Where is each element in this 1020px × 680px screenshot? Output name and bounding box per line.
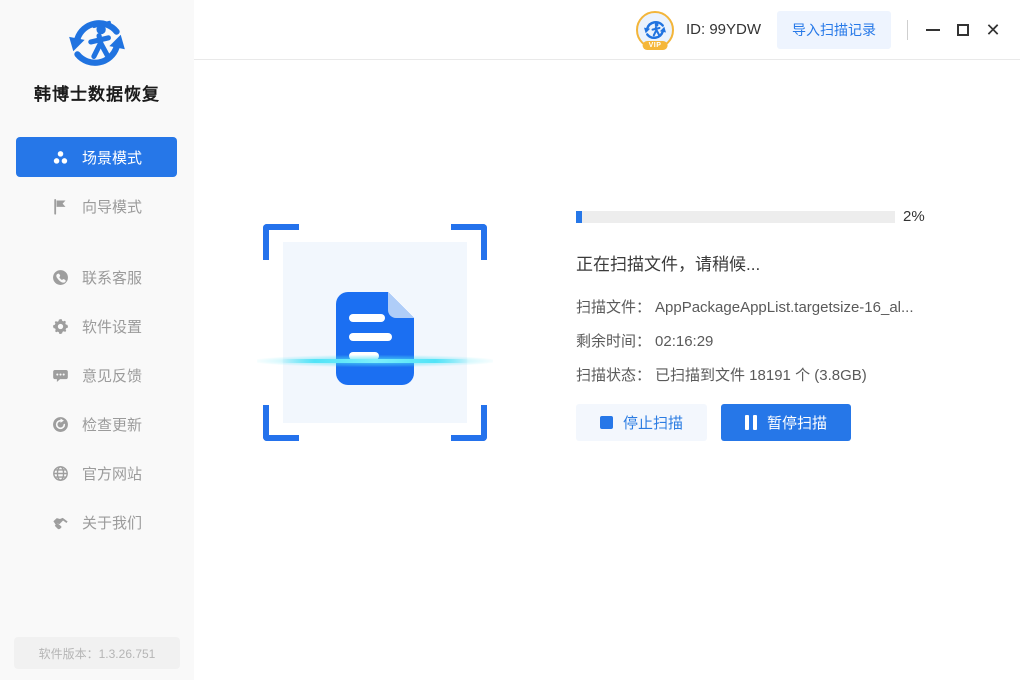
sidebar-item-feedback[interactable]: 意见反馈: [16, 355, 177, 395]
remaining-time-row: 剩余时间： 02:16:29: [576, 332, 936, 352]
sidebar-item-about-us[interactable]: 关于我们: [16, 502, 177, 542]
scan-file-label: 扫描文件：: [576, 299, 652, 316]
sidebar: 韩博士数据恢复 场景模式 向导模式 联系客服 软件设置 意见反馈 检查更新 官方…: [0, 0, 194, 680]
maximize-icon: [957, 23, 969, 36]
pause-scan-button[interactable]: 暂停扫描: [721, 404, 852, 441]
avatar[interactable]: VIP: [635, 10, 674, 50]
sidebar-item-label: 软件设置: [82, 318, 143, 336]
progress-fill: [576, 210, 583, 223]
minimize-button[interactable]: [918, 14, 948, 46]
sidebar-item-check-update[interactable]: 检查更新: [16, 404, 177, 444]
sidebar-item-wizard-mode[interactable]: 向导模式: [16, 186, 177, 226]
user-id: ID: 99YDW: [685, 21, 761, 38]
maximize-button[interactable]: [948, 14, 978, 46]
scan-animation: [257, 224, 493, 441]
sidebar-item-label: 联系客服: [82, 269, 143, 287]
sidebar-item-settings[interactable]: 软件设置: [16, 306, 177, 346]
sidebar-item-label: 检查更新: [82, 416, 143, 434]
progress-bar: [576, 210, 895, 223]
scan-corner-icon: [263, 405, 299, 441]
scan-corner-icon: [263, 224, 299, 260]
sidebar-item-label: 关于我们: [82, 514, 143, 532]
sidebar-item-official-website[interactable]: 官方网站: [16, 453, 177, 493]
customer-service-icon: [52, 269, 69, 286]
sidebar-item-label: 向导模式: [82, 198, 143, 216]
version-label: 软件版本：1.3.26.751: [14, 637, 180, 669]
wizard-mode-icon: [52, 198, 69, 215]
scan-status-panel: 2% 正在扫描文件，请稍候... 扫描文件： AppPackageAppList.…: [576, 208, 936, 441]
sidebar-item-customer-service[interactable]: 联系客服: [16, 257, 177, 297]
scan-corner-icon: [451, 405, 487, 441]
sidebar-item-label: 意见反馈: [82, 367, 143, 385]
scene-mode-icon: [52, 149, 69, 166]
scan-line: [281, 359, 469, 363]
close-button[interactable]: ✕: [978, 14, 1008, 46]
settings-icon: [52, 318, 69, 335]
pause-scan-label: 暂停扫描: [767, 415, 828, 432]
scan-status-title: 正在扫描文件，请稍候...: [576, 255, 761, 274]
stop-scan-button[interactable]: 停止扫描: [576, 404, 708, 441]
import-scan-records-button[interactable]: 导入扫描记录: [777, 10, 891, 49]
about-us-icon: [52, 514, 69, 531]
scan-state-label: 扫描状态：: [576, 367, 652, 384]
stop-icon: [600, 416, 613, 429]
minimize-icon: [926, 28, 940, 31]
sidebar-menu: 场景模式 向导模式 联系客服 软件设置 意见反馈 检查更新 官方网站 关于我们: [16, 137, 177, 551]
document-icon: [336, 292, 414, 390]
scan-state-value: 已扫描到文件 18191 个 (3.8GB): [655, 367, 867, 384]
scan-actions: 停止扫描 暂停扫描: [576, 404, 936, 441]
scan-state-row: 扫描状态： 已扫描到文件 18191 个 (3.8GB): [576, 366, 936, 386]
scan-corner-icon: [451, 224, 487, 260]
vip-badge: VIP: [642, 40, 668, 50]
stop-scan-label: 停止扫描: [623, 415, 684, 432]
scan-file-row: 扫描文件： AppPackageAppList.targetsize-16_al.…: [576, 298, 936, 318]
topbar: VIP ID: 99YDW 导入扫描记录 ✕: [194, 0, 1020, 60]
avatar-logo-icon: [644, 20, 666, 39]
feedback-icon: [52, 367, 69, 384]
scan-file-value: AppPackageAppList.targetsize-16_al...: [655, 299, 914, 316]
check-update-icon: [52, 416, 69, 433]
scan-details: 扫描文件： AppPackageAppList.targetsize-16_al.…: [576, 298, 936, 386]
sidebar-item-label: 官方网站: [82, 465, 143, 483]
remaining-time-value: 02:16:29: [655, 333, 714, 350]
sidebar-item-label: 场景模式: [82, 149, 143, 167]
remaining-time-label: 剩余时间：: [576, 333, 652, 350]
close-icon: ✕: [985, 19, 1001, 40]
topbar-separator: [907, 19, 908, 40]
app-title: 韩博士数据恢复: [34, 85, 160, 104]
sidebar-item-scene-mode[interactable]: 场景模式: [16, 137, 177, 177]
progress-row: 2%: [576, 208, 936, 225]
progress-percent: 2%: [903, 208, 925, 225]
pause-icon: [745, 415, 758, 430]
app-logo-icon: [0, 10, 194, 81]
official-website-icon: [52, 465, 69, 482]
